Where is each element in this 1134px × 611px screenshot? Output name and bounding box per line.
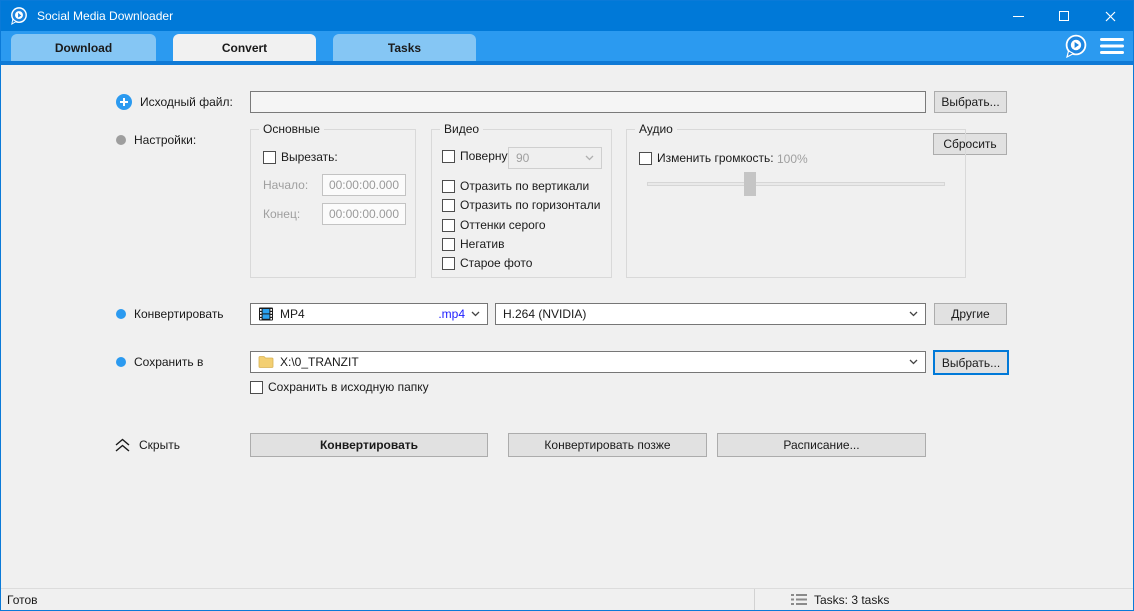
status-text: Готов [7, 593, 38, 607]
convert-button[interactable]: Конвертировать [250, 433, 488, 457]
grayscale-label: Оттенки серого [460, 218, 546, 232]
app-icon [9, 7, 29, 25]
source-file-input[interactable] [250, 91, 926, 113]
task-list-icon [791, 593, 807, 606]
group-audio-legend: Аудио [635, 122, 677, 136]
format-extension: .mp4 [438, 307, 465, 321]
help-bubble-icon[interactable] [1062, 33, 1089, 59]
schedule-button[interactable]: Расписание... [717, 433, 926, 457]
folder-icon [258, 355, 274, 369]
chevron-down-icon [909, 359, 918, 365]
flip-horizontal-label: Отразить по горизонтали [460, 198, 600, 212]
flip-vertical-label: Отразить по вертикали [460, 179, 589, 193]
save-to-source-row[interactable]: Сохранить в исходную папку [250, 380, 429, 394]
chevron-down-icon [471, 311, 480, 317]
negative-label: Негатив [460, 237, 504, 251]
old-photo-checkbox[interactable] [442, 257, 455, 270]
minimize-icon [1013, 16, 1024, 17]
maximize-button[interactable] [1041, 1, 1087, 31]
add-icon [116, 94, 132, 110]
negative-row[interactable]: Негатив [442, 237, 504, 251]
grayscale-row[interactable]: Оттенки серого [442, 218, 546, 232]
volume-checkbox[interactable] [639, 152, 652, 165]
source-file-label-row: Исходный файл: [116, 91, 233, 113]
save-label-row: Сохранить в [116, 351, 203, 373]
volume-checkbox-row[interactable]: Изменить громкость: [639, 151, 774, 165]
save-to-source-checkbox[interactable] [250, 381, 263, 394]
window-title: Social Media Downloader [37, 9, 173, 23]
settings-label: Настройки: [134, 133, 196, 147]
group-audio: Аудио Изменить громкость: 100% [626, 129, 966, 278]
volume-value: 100% [777, 152, 808, 166]
grayscale-checkbox[interactable] [442, 219, 455, 232]
menu-icon[interactable] [1099, 36, 1125, 56]
hide-toggle[interactable]: Скрыть [114, 434, 180, 456]
cut-checkbox-row[interactable]: Вырезать: [263, 150, 338, 164]
save-bullet-icon [116, 357, 126, 367]
format-select[interactable]: MP4 .mp4 [250, 303, 488, 325]
save-path-select[interactable]: X:\0_TRANZIT [250, 351, 926, 373]
close-icon [1105, 11, 1116, 22]
save-label: Сохранить в [134, 355, 203, 369]
other-formats-button[interactable]: Другие [934, 303, 1007, 325]
codec-select[interactable]: H.264 (NVIDIA) [495, 303, 926, 325]
save-browse-button[interactable]: Выбрать... [933, 350, 1009, 375]
flip-vertical-row[interactable]: Отразить по вертикали [442, 179, 589, 193]
group-video-legend: Видео [440, 122, 483, 136]
close-button[interactable] [1087, 1, 1133, 31]
source-browse-button[interactable]: Выбрать... [934, 91, 1007, 113]
volume-label: Изменить громкость: [657, 151, 774, 165]
rotate-select[interactable]: 90 [508, 147, 602, 169]
tasks-status[interactable]: Tasks: 3 tasks [754, 589, 1133, 610]
cut-checkbox[interactable] [263, 151, 276, 164]
settings-bullet-icon [116, 135, 126, 145]
tab-download[interactable]: Download [11, 34, 156, 61]
start-label: Начало: [263, 178, 308, 192]
rotate-select-value: 90 [516, 151, 579, 165]
rotate-checkbox[interactable] [442, 150, 455, 163]
chevron-down-icon [909, 311, 918, 317]
flip-horizontal-checkbox[interactable] [442, 199, 455, 212]
convert-later-button[interactable]: Конвертировать позже [508, 433, 707, 457]
window-controls [995, 1, 1133, 31]
group-video: Видео Повернуть 90 Отразить по вертикали… [431, 129, 612, 278]
flip-vertical-checkbox[interactable] [442, 180, 455, 193]
status-bar: Готов Tasks: 3 tasks [1, 588, 1133, 610]
convert-bullet-icon [116, 309, 126, 319]
group-general-legend: Основные [259, 122, 324, 136]
chevron-down-icon [585, 155, 594, 161]
save-path-value: X:\0_TRANZIT [280, 355, 903, 369]
group-general: Основные Вырезать: Начало: Конец: [250, 129, 416, 278]
flip-horizontal-row[interactable]: Отразить по горизонтали [442, 198, 600, 212]
cut-label: Вырезать: [281, 150, 338, 164]
chevron-double-up-icon [114, 438, 131, 453]
end-time-input[interactable] [322, 203, 406, 225]
source-file-label: Исходный файл: [140, 95, 233, 109]
codec-value: H.264 (NVIDIA) [503, 307, 903, 321]
start-time-input[interactable] [322, 174, 406, 196]
maximize-icon [1059, 11, 1069, 21]
tasks-count-text: Tasks: 3 tasks [814, 593, 889, 607]
tab-bar: Download Convert Tasks [1, 31, 1133, 65]
convert-label: Конвертировать [134, 307, 224, 321]
volume-slider-track[interactable] [647, 182, 945, 186]
convert-label-row: Конвертировать [116, 303, 224, 325]
old-photo-label: Старое фото [460, 256, 532, 270]
film-icon [258, 306, 274, 322]
save-to-source-label: Сохранить в исходную папку [268, 380, 429, 394]
tab-tasks[interactable]: Tasks [333, 34, 476, 61]
volume-slider-handle[interactable] [744, 172, 756, 196]
end-label: Конец: [263, 207, 300, 221]
format-value: MP4 [280, 307, 305, 321]
hide-label: Скрыть [139, 438, 180, 452]
tab-convert[interactable]: Convert [173, 34, 316, 61]
negative-checkbox[interactable] [442, 238, 455, 251]
minimize-button[interactable] [995, 1, 1041, 31]
app-window: Social Media Downloader Download Convert… [0, 0, 1134, 611]
title-bar: Social Media Downloader [1, 1, 1133, 31]
old-photo-row[interactable]: Старое фото [442, 256, 532, 270]
settings-label-row: Настройки: [116, 129, 196, 151]
convert-panel: Исходный файл: Выбрать... Настройки: Сбр… [1, 65, 1133, 588]
